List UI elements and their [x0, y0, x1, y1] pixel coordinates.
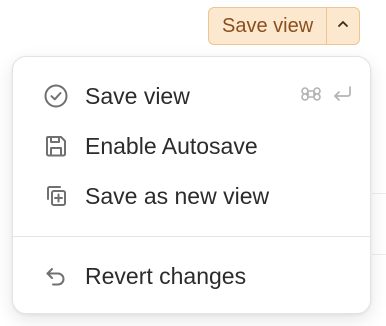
menu-item-label: Save as new view: [85, 182, 270, 209]
save-view-button[interactable]: Save view: [209, 8, 326, 44]
copy-plus-icon: [43, 183, 69, 209]
save-view-button-label: Save view: [222, 14, 314, 37]
check-circle-icon: [43, 83, 69, 109]
background-divider-right-lower: [372, 254, 386, 255]
menu-item-enable-autosave[interactable]: Enable Autosave: [13, 121, 370, 171]
page: Save view Save view Enable Autosave Save…: [0, 0, 386, 326]
undo-arrow-icon: [43, 263, 69, 289]
floppy-disk-icon: [43, 133, 69, 159]
menu-item-label: Revert changes: [85, 262, 247, 289]
menu-separator: [13, 236, 370, 237]
command-icon: [300, 83, 322, 110]
background-divider-right: [372, 193, 386, 194]
menu-item-label: Enable Autosave: [85, 132, 258, 159]
save-options-menu: Save view Enable Autosave Save as new vi…: [12, 56, 371, 314]
menu-item-save-view[interactable]: Save view: [13, 71, 370, 121]
save-view-split-button: Save view: [208, 7, 361, 45]
save-options-toggle[interactable]: [327, 8, 359, 44]
menu-item-save-as-new-view[interactable]: Save as new view: [13, 171, 370, 221]
menu-item-label: Save view: [85, 82, 190, 109]
chevron-up-icon: [336, 17, 350, 36]
menu-item-revert-changes[interactable]: Revert changes: [13, 251, 370, 301]
keyboard-shortcut: [300, 83, 354, 110]
return-icon: [330, 83, 354, 110]
